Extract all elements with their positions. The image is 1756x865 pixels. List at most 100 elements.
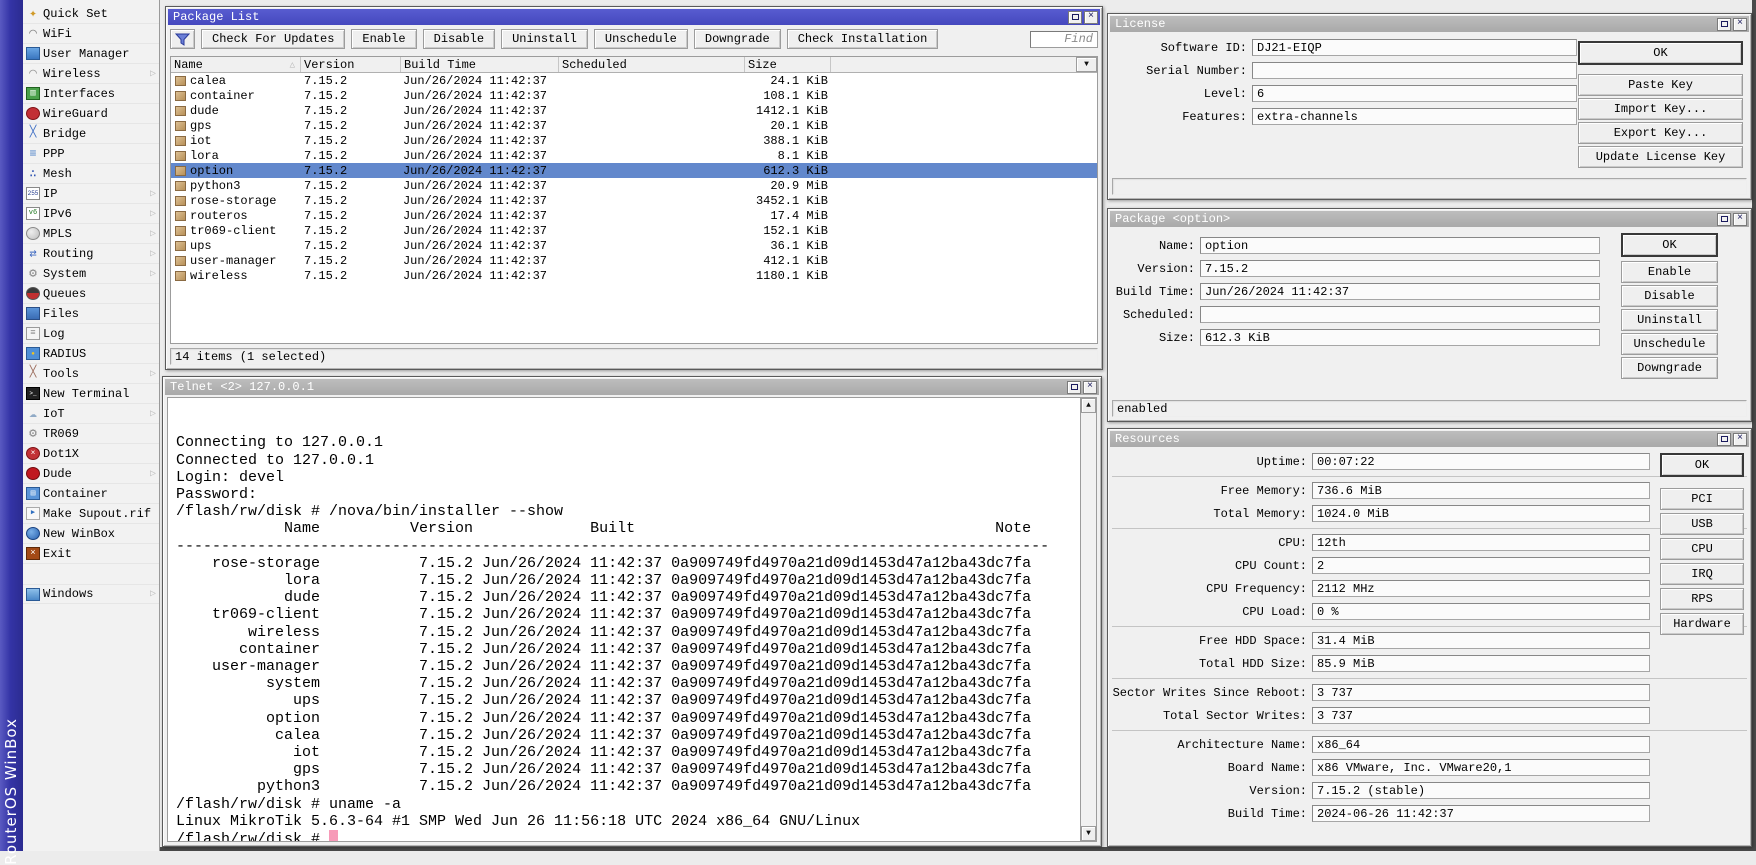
table-row[interactable]: ups7.15.2Jun/26/2024 11:42:3736.1 KiB: [171, 238, 1097, 253]
cpu-frequency-field[interactable]: 2112 MHz: [1312, 580, 1650, 597]
terminal-output[interactable]: Connecting to 127.0.0.1 Connected to 127…: [168, 398, 1096, 842]
import-key-button[interactable]: Import Key...: [1578, 98, 1743, 120]
sidebar-item-routing[interactable]: Routing▷: [23, 244, 159, 264]
cpu-count-field[interactable]: 2: [1312, 557, 1650, 574]
maximize-button[interactable]: [1717, 433, 1731, 446]
disable-button[interactable]: Disable: [423, 29, 495, 49]
sidebar-item-wireless[interactable]: Wireless▷: [23, 64, 159, 84]
sidebar-item-tools[interactable]: Tools▷: [23, 364, 159, 384]
level-field[interactable]: 6: [1252, 85, 1577, 102]
column-selector-button[interactable]: ▼: [1076, 57, 1097, 72]
version-field[interactable]: 7.15.2: [1200, 260, 1600, 277]
paste-key-button[interactable]: Paste Key: [1578, 74, 1743, 96]
downgrade-button[interactable]: Downgrade: [1621, 357, 1718, 379]
version-field[interactable]: 7.15.2 (stable): [1312, 782, 1650, 799]
sidebar-item-make-supout-rif[interactable]: Make Supout.rif: [23, 504, 159, 524]
telnet-titlebar[interactable]: Telnet <2> 127.0.0.1 ×: [165, 379, 1099, 395]
maximize-button[interactable]: [1068, 11, 1082, 24]
terminal[interactable]: Connecting to 127.0.0.1 Connected to 127…: [167, 397, 1097, 842]
sidebar-item-new-terminal[interactable]: New Terminal: [23, 384, 159, 404]
sidebar-item-ipv6[interactable]: IPv6▷: [23, 204, 159, 224]
close-button[interactable]: ×: [1733, 213, 1747, 226]
ok-button[interactable]: OK: [1578, 41, 1743, 65]
sidebar-item-log[interactable]: Log: [23, 324, 159, 344]
column-header-size[interactable]: Size: [745, 57, 831, 72]
table-row[interactable]: gps7.15.2Jun/26/2024 11:42:3720.1 KiB: [171, 118, 1097, 133]
enable-button[interactable]: Enable: [351, 29, 416, 49]
build-time-field[interactable]: 2024-06-26 11:42:37: [1312, 805, 1650, 822]
sidebar-item-user-manager[interactable]: User Manager: [23, 44, 159, 64]
sidebar-item-queues[interactable]: Queues: [23, 284, 159, 304]
total-hdd-size-field[interactable]: 85.9 MiB: [1312, 655, 1650, 672]
table-row[interactable]: calea7.15.2Jun/26/2024 11:42:3724.1 KiB: [171, 73, 1097, 88]
sidebar-item-tr069[interactable]: TR069: [23, 424, 159, 444]
terminal-scrollbar[interactable]: ▲ ▼: [1080, 398, 1096, 841]
features-field[interactable]: extra-channels: [1252, 108, 1577, 125]
table-row[interactable]: rose-storage7.15.2Jun/26/2024 11:42:3734…: [171, 193, 1097, 208]
scheduled-field[interactable]: [1200, 306, 1600, 323]
ok-button[interactable]: OK: [1621, 233, 1718, 257]
close-button[interactable]: ×: [1733, 18, 1747, 31]
scroll-up-icon[interactable]: ▲: [1081, 398, 1096, 413]
check-installation-button[interactable]: Check Installation: [787, 29, 939, 49]
usb-button[interactable]: USB: [1660, 513, 1744, 535]
ok-button[interactable]: OK: [1660, 453, 1744, 477]
table-row[interactable]: python37.15.2Jun/26/2024 11:42:3720.9 Mi…: [171, 178, 1097, 193]
sidebar-item-windows[interactable]: Windows▷: [23, 584, 159, 604]
sector-writes-since-reboot-field[interactable]: 3 737: [1312, 684, 1650, 701]
downgrade-button[interactable]: Downgrade: [694, 29, 781, 49]
sidebar-item-iot[interactable]: IoT▷: [23, 404, 159, 424]
sidebar-item-container[interactable]: Container: [23, 484, 159, 504]
name-field[interactable]: option: [1200, 237, 1600, 254]
table-row[interactable]: user-manager7.15.2Jun/26/2024 11:42:3741…: [171, 253, 1097, 268]
table-row[interactable]: iot7.15.2Jun/26/2024 11:42:37388.1 KiB: [171, 133, 1097, 148]
free-memory-field[interactable]: 736.6 MiB: [1312, 482, 1650, 499]
table-row[interactable]: option7.15.2Jun/26/2024 11:42:37612.3 Ki…: [171, 163, 1097, 178]
irq-button[interactable]: IRQ: [1660, 563, 1744, 585]
sidebar-item-ip[interactable]: IP▷: [23, 184, 159, 204]
column-header-scheduled[interactable]: Scheduled: [559, 57, 745, 72]
table-row[interactable]: container7.15.2Jun/26/2024 11:42:37108.1…: [171, 88, 1097, 103]
find-input[interactable]: [1030, 31, 1098, 48]
software-id-field[interactable]: DJ21-EIQP: [1252, 39, 1577, 56]
sidebar-item-exit[interactable]: Exit: [23, 544, 159, 564]
export-key-button[interactable]: Export Key...: [1578, 122, 1743, 144]
maximize-button[interactable]: [1717, 18, 1731, 31]
sidebar-item-wireguard[interactable]: WireGuard: [23, 104, 159, 124]
sidebar-item-ppp[interactable]: PPP: [23, 144, 159, 164]
board-name-field[interactable]: x86 VMware, Inc. VMware20,1: [1312, 759, 1650, 776]
serial-number-field[interactable]: [1252, 62, 1577, 79]
architecture-name-field[interactable]: x86_64: [1312, 736, 1650, 753]
license-titlebar[interactable]: License ×: [1110, 16, 1749, 32]
cpu-field[interactable]: 12th: [1312, 534, 1650, 551]
update-license-key-button[interactable]: Update License Key: [1578, 146, 1743, 168]
table-row[interactable]: wireless7.15.2Jun/26/2024 11:42:371180.1…: [171, 268, 1097, 283]
sidebar-item-mpls[interactable]: MPLS▷: [23, 224, 159, 244]
sidebar-item-mesh[interactable]: Mesh: [23, 164, 159, 184]
uninstall-button[interactable]: Uninstall: [501, 29, 588, 49]
unschedule-button[interactable]: Unschedule: [594, 29, 688, 49]
sidebar-item-system[interactable]: System▷: [23, 264, 159, 284]
uptime-field[interactable]: 00:07:22: [1312, 453, 1650, 470]
table-row[interactable]: routeros7.15.2Jun/26/2024 11:42:3717.4 M…: [171, 208, 1097, 223]
scroll-down-icon[interactable]: ▼: [1081, 826, 1096, 841]
maximize-button[interactable]: [1067, 381, 1081, 394]
close-button[interactable]: ×: [1084, 11, 1098, 24]
table-row[interactable]: dude7.15.2Jun/26/2024 11:42:371412.1 KiB: [171, 103, 1097, 118]
sidebar-item-interfaces[interactable]: Interfaces: [23, 84, 159, 104]
total-sector-writes-field[interactable]: 3 737: [1312, 707, 1650, 724]
resources-titlebar[interactable]: Resources ×: [1110, 431, 1749, 447]
rps-button[interactable]: RPS: [1660, 588, 1744, 610]
close-button[interactable]: ×: [1083, 381, 1097, 394]
maximize-button[interactable]: [1717, 213, 1731, 226]
table-row[interactable]: lora7.15.2Jun/26/2024 11:42:378.1 KiB: [171, 148, 1097, 163]
package-list-titlebar[interactable]: Package List ×: [168, 9, 1100, 25]
check-for-updates-button[interactable]: Check For Updates: [201, 29, 345, 49]
sidebar-item-files[interactable]: Files: [23, 304, 159, 324]
pci-button[interactable]: PCI: [1660, 488, 1744, 510]
table-row[interactable]: tr069-client7.15.2Jun/26/2024 11:42:3715…: [171, 223, 1097, 238]
build-time-field[interactable]: Jun/26/2024 11:42:37: [1200, 283, 1600, 300]
enable-button[interactable]: Enable: [1621, 261, 1718, 283]
total-memory-field[interactable]: 1024.0 MiB: [1312, 505, 1650, 522]
hardware-button[interactable]: Hardware: [1660, 613, 1744, 635]
